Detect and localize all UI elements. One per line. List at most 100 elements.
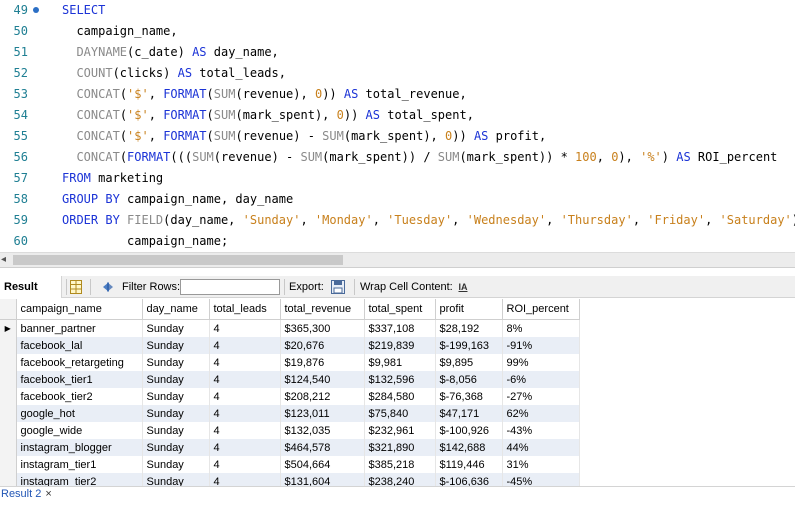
column-header-total-leads[interactable]: total_leads xyxy=(209,299,281,320)
cell-day-name[interactable]: Sunday xyxy=(142,371,210,388)
cell-profit[interactable]: $-76,368 xyxy=(435,388,503,405)
cell-total-revenue[interactable]: $365,300 xyxy=(280,319,365,337)
cell-roi-percent[interactable]: -6% xyxy=(502,371,580,388)
cell-total-revenue[interactable]: $464,578 xyxy=(280,439,365,456)
cell-total-revenue[interactable]: $208,212 xyxy=(280,388,365,405)
table-row[interactable]: facebook_tier2 Sunday 4 $208,212 $284,580 $-7… xyxy=(0,388,580,405)
cell-total-revenue[interactable]: $131,604 xyxy=(280,473,365,486)
row-selector[interactable] xyxy=(0,439,17,456)
cell-roi-percent[interactable]: 62% xyxy=(502,405,580,422)
cell-campaign-name[interactable]: instagram_tier2 xyxy=(16,473,143,486)
cell-day-name[interactable]: Sunday xyxy=(142,337,210,354)
result-2-tab[interactable]: Result 2 × xyxy=(0,487,63,501)
cell-profit[interactable]: $142,688 xyxy=(435,439,503,456)
cell-campaign-name[interactable]: google_hot xyxy=(16,405,143,422)
table-row[interactable]: google_wide Sunday 4 $132,035 $232,961 $-100,… xyxy=(0,422,580,439)
row-selector[interactable] xyxy=(0,337,17,354)
cell-day-name[interactable]: Sunday xyxy=(142,354,210,371)
column-header-day-name[interactable]: day_name xyxy=(142,299,210,320)
cell-total-spent[interactable]: $9,981 xyxy=(364,354,436,371)
grid-view-icon[interactable] xyxy=(70,280,82,294)
cell-total-spent[interactable]: $284,580 xyxy=(364,388,436,405)
cell-day-name[interactable]: Sunday xyxy=(142,439,210,456)
table-row[interactable]: facebook_lal Sunday 4 $20,676 $219,839 $-199,… xyxy=(0,337,580,354)
column-header-total-revenue[interactable]: total_revenue xyxy=(280,299,365,320)
table-row[interactable]: instagram_blogger Sunday 4 $464,578 $321,890… xyxy=(0,439,580,456)
scrollbar-thumb[interactable] xyxy=(13,255,343,265)
cell-total-leads[interactable]: 4 xyxy=(209,422,281,439)
cell-total-revenue[interactable]: $20,676 xyxy=(280,337,365,354)
table-row[interactable]: facebook_retargeting Sunday 4 $19,876 $9,981… xyxy=(0,354,580,371)
column-header-campaign-name[interactable]: campaign_name xyxy=(16,299,143,320)
column-header-total-spent[interactable]: total_spent xyxy=(364,299,436,320)
cell-roi-percent[interactable]: -91% xyxy=(502,337,580,354)
cell-total-spent[interactable]: $385,218 xyxy=(364,456,436,473)
cell-total-spent[interactable]: $132,596 xyxy=(364,371,436,388)
export-icon[interactable] xyxy=(330,279,346,295)
cell-total-spent[interactable]: $232,961 xyxy=(364,422,436,439)
wrap-cell-content-icon[interactable]: IA xyxy=(456,276,470,298)
refresh-icon[interactable] xyxy=(100,276,116,298)
table-row[interactable]: instagram_tier1 Sunday 4 $504,664 $385,218 $1… xyxy=(0,456,580,473)
cell-profit[interactable]: $28,192 xyxy=(435,319,503,337)
cell-total-leads[interactable]: 4 xyxy=(209,388,281,405)
cell-profit[interactable]: $-100,926 xyxy=(435,422,503,439)
cell-total-revenue[interactable]: $123,011 xyxy=(280,405,365,422)
cell-profit[interactable]: $119,446 xyxy=(435,456,503,473)
cell-roi-percent[interactable]: 8% xyxy=(502,319,580,337)
cell-day-name[interactable]: Sunday xyxy=(142,422,210,439)
scroll-left-arrow-icon[interactable]: ◂ xyxy=(1,254,11,266)
cell-profit[interactable]: $-199,163 xyxy=(435,337,503,354)
column-header-roi-percent[interactable]: ROI_percent xyxy=(502,299,580,320)
cell-roi-percent[interactable]: 99% xyxy=(502,354,580,371)
cell-total-leads[interactable]: 4 xyxy=(209,456,281,473)
cell-total-leads[interactable]: 4 xyxy=(209,473,281,486)
cell-total-spent[interactable]: $219,839 xyxy=(364,337,436,354)
table-row[interactable]: facebook_tier1 Sunday 4 $124,540 $132,596 $-8… xyxy=(0,371,580,388)
cell-day-name[interactable]: Sunday xyxy=(142,388,210,405)
cell-total-leads[interactable]: 4 xyxy=(209,319,281,337)
editor-horizontal-scrollbar[interactable]: ◂ xyxy=(0,252,795,268)
table-row[interactable]: instagram_tier2 Sunday 4 $131,604 $238,240 $-… xyxy=(0,473,580,486)
filter-rows-input[interactable] xyxy=(180,279,280,295)
result-grid-tab[interactable]: Result Grid xyxy=(0,276,62,315)
cell-campaign-name[interactable]: instagram_blogger xyxy=(16,439,143,456)
cell-day-name[interactable]: Sunday xyxy=(142,319,210,337)
column-header-profit[interactable]: profit xyxy=(435,299,503,320)
cell-day-name[interactable]: Sunday xyxy=(142,405,210,422)
cell-profit[interactable]: $-8,056 xyxy=(435,371,503,388)
cell-total-spent[interactable]: $321,890 xyxy=(364,439,436,456)
cell-campaign-name[interactable]: banner_partner xyxy=(16,319,143,337)
cell-campaign-name[interactable]: facebook_lal xyxy=(16,337,143,354)
cell-total-leads[interactable]: 4 xyxy=(209,405,281,422)
cell-total-revenue[interactable]: $504,664 xyxy=(280,456,365,473)
cell-day-name[interactable]: Sunday xyxy=(142,456,210,473)
cell-campaign-name[interactable]: instagram_tier1 xyxy=(16,456,143,473)
table-row[interactable]: ▶ banner_partner Sunday 4 $365,300 $337,108 $2… xyxy=(0,319,580,337)
row-selector[interactable] xyxy=(0,388,17,405)
sql-editor[interactable]: 49 SELECT 50 campaign_name, 51 DAYNAME(c_da… xyxy=(0,0,795,252)
cell-total-revenue[interactable]: $19,876 xyxy=(280,354,365,371)
row-selector[interactable] xyxy=(0,371,17,388)
cell-profit[interactable]: $9,895 xyxy=(435,354,503,371)
cell-total-leads[interactable]: 4 xyxy=(209,371,281,388)
cell-roi-percent[interactable]: 44% xyxy=(502,439,580,456)
cell-total-leads[interactable]: 4 xyxy=(209,337,281,354)
current-row-arrow-icon[interactable]: ▶ xyxy=(0,319,17,337)
cell-roi-percent[interactable]: -43% xyxy=(502,422,580,439)
cell-total-revenue[interactable]: $124,540 xyxy=(280,371,365,388)
cell-roi-percent[interactable]: -27% xyxy=(502,388,580,405)
cell-total-spent[interactable]: $238,240 xyxy=(364,473,436,486)
row-selector[interactable] xyxy=(0,354,17,371)
cell-total-spent[interactable]: $337,108 xyxy=(364,319,436,337)
cell-profit[interactable]: $47,171 xyxy=(435,405,503,422)
cell-campaign-name[interactable]: facebook_retargeting xyxy=(16,354,143,371)
cell-total-revenue[interactable]: $132,035 xyxy=(280,422,365,439)
row-selector[interactable] xyxy=(0,456,17,473)
close-icon[interactable]: × xyxy=(45,488,51,500)
row-selector[interactable] xyxy=(0,422,17,439)
cell-roi-percent[interactable]: 31% xyxy=(502,456,580,473)
row-selector[interactable] xyxy=(0,473,17,486)
cell-campaign-name[interactable]: google_wide xyxy=(16,422,143,439)
cell-profit[interactable]: $-106,636 xyxy=(435,473,503,486)
